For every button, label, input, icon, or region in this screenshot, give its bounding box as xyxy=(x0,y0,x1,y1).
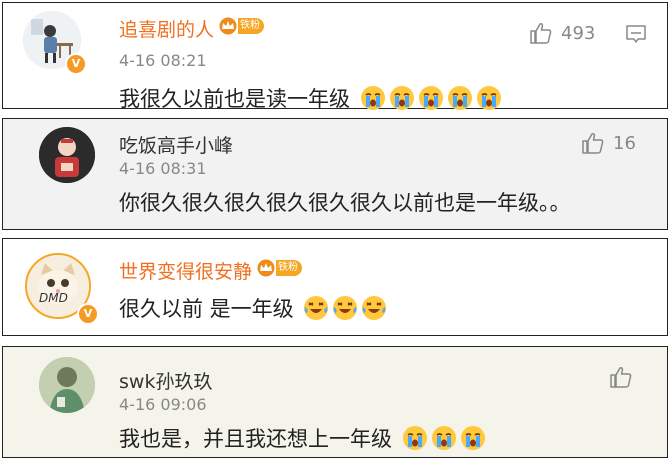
fan-badge-label: 铁粉 xyxy=(238,18,265,34)
crying-face-icon xyxy=(402,426,427,450)
verified-badge-icon: V xyxy=(65,53,87,75)
timestamp: 4-16 08:31 xyxy=(119,159,207,178)
username-text[interactable]: 世界变得很安静 xyxy=(119,261,252,283)
crying-face-icon xyxy=(360,86,385,110)
comment-card-3: DMD V 世界变得很安静 铁粉 很久以前 是一年级 xyxy=(2,238,668,336)
avatar-illustration-icon xyxy=(39,127,95,183)
comment-card-1: V 追喜剧的人 铁粉 4-16 08:21 我很久以前也是读一年级 493 xyxy=(2,2,668,111)
timestamp: 4-16 08:21 xyxy=(119,51,207,70)
emoji-group xyxy=(392,426,486,451)
avatar-text: DMD xyxy=(39,291,68,305)
comment-card-4: swk孙玖玖 4-16 09:06 我也是，并且我还想上一年级 xyxy=(2,346,668,458)
thumbs-up-icon xyxy=(610,366,632,388)
like-button[interactable] xyxy=(609,365,633,389)
comment-text: 我很久以前也是读一年级 xyxy=(119,83,502,113)
crying-face-icon xyxy=(447,86,472,110)
fan-badge-label: 铁粉 xyxy=(276,260,303,276)
avatar-photo-icon xyxy=(39,357,95,413)
fan-badge: 铁粉 xyxy=(256,259,303,277)
like-count: 16 xyxy=(613,132,636,154)
crying-face-icon xyxy=(476,86,501,110)
timestamp: 4-16 09:06 xyxy=(119,395,207,414)
comment-text-body: 我很久以前也是读一年级 xyxy=(119,87,350,111)
laughing-tears-face-icon xyxy=(333,296,358,320)
comment-text-body: 我也是，并且我还想上一年级 xyxy=(119,427,392,451)
emoji-group xyxy=(350,86,502,111)
like-button[interactable]: 16 xyxy=(581,131,636,155)
thumbs-up-icon xyxy=(582,132,604,154)
crying-face-icon xyxy=(431,426,456,450)
comment-icon[interactable] xyxy=(625,23,647,45)
crying-face-icon xyxy=(460,426,485,450)
crying-face-icon xyxy=(389,86,414,110)
avatar[interactable] xyxy=(39,127,95,183)
username[interactable]: swk孙玖玖 xyxy=(119,367,212,394)
crown-icon xyxy=(219,17,237,35)
username[interactable]: 吃饭高手小峰 xyxy=(119,131,233,158)
fan-badge: 铁粉 xyxy=(218,17,265,35)
comment-text: 很久以前 是一年级 xyxy=(119,293,387,323)
like-button[interactable]: 493 xyxy=(529,21,595,45)
comment-text: 我也是，并且我还想上一年级 xyxy=(119,423,486,453)
crying-face-icon xyxy=(418,86,443,110)
laughing-tears-face-icon xyxy=(362,296,387,320)
comment-text: 你很久很久很久很久很久很久以前也是一年级。。 xyxy=(119,191,571,215)
comment-text-body: 很久以前 是一年级 xyxy=(119,297,294,321)
crown-icon xyxy=(257,259,275,277)
emoji-group xyxy=(294,296,388,321)
comment-card-2: 吃饭高手小峰 4-16 08:31 你很久很久很久很久很久很久以前也是一年级。。… xyxy=(2,118,668,230)
username-text[interactable]: 追喜剧的人 xyxy=(119,19,214,41)
laughing-tears-face-icon xyxy=(304,296,329,320)
username[interactable]: 追喜剧的人 铁粉 xyxy=(119,15,265,42)
verified-badge-icon: V xyxy=(77,303,99,325)
like-count: 493 xyxy=(561,22,596,44)
username[interactable]: 世界变得很安静 铁粉 xyxy=(119,257,303,284)
thumbs-up-icon xyxy=(530,22,552,44)
avatar[interactable] xyxy=(39,357,95,413)
